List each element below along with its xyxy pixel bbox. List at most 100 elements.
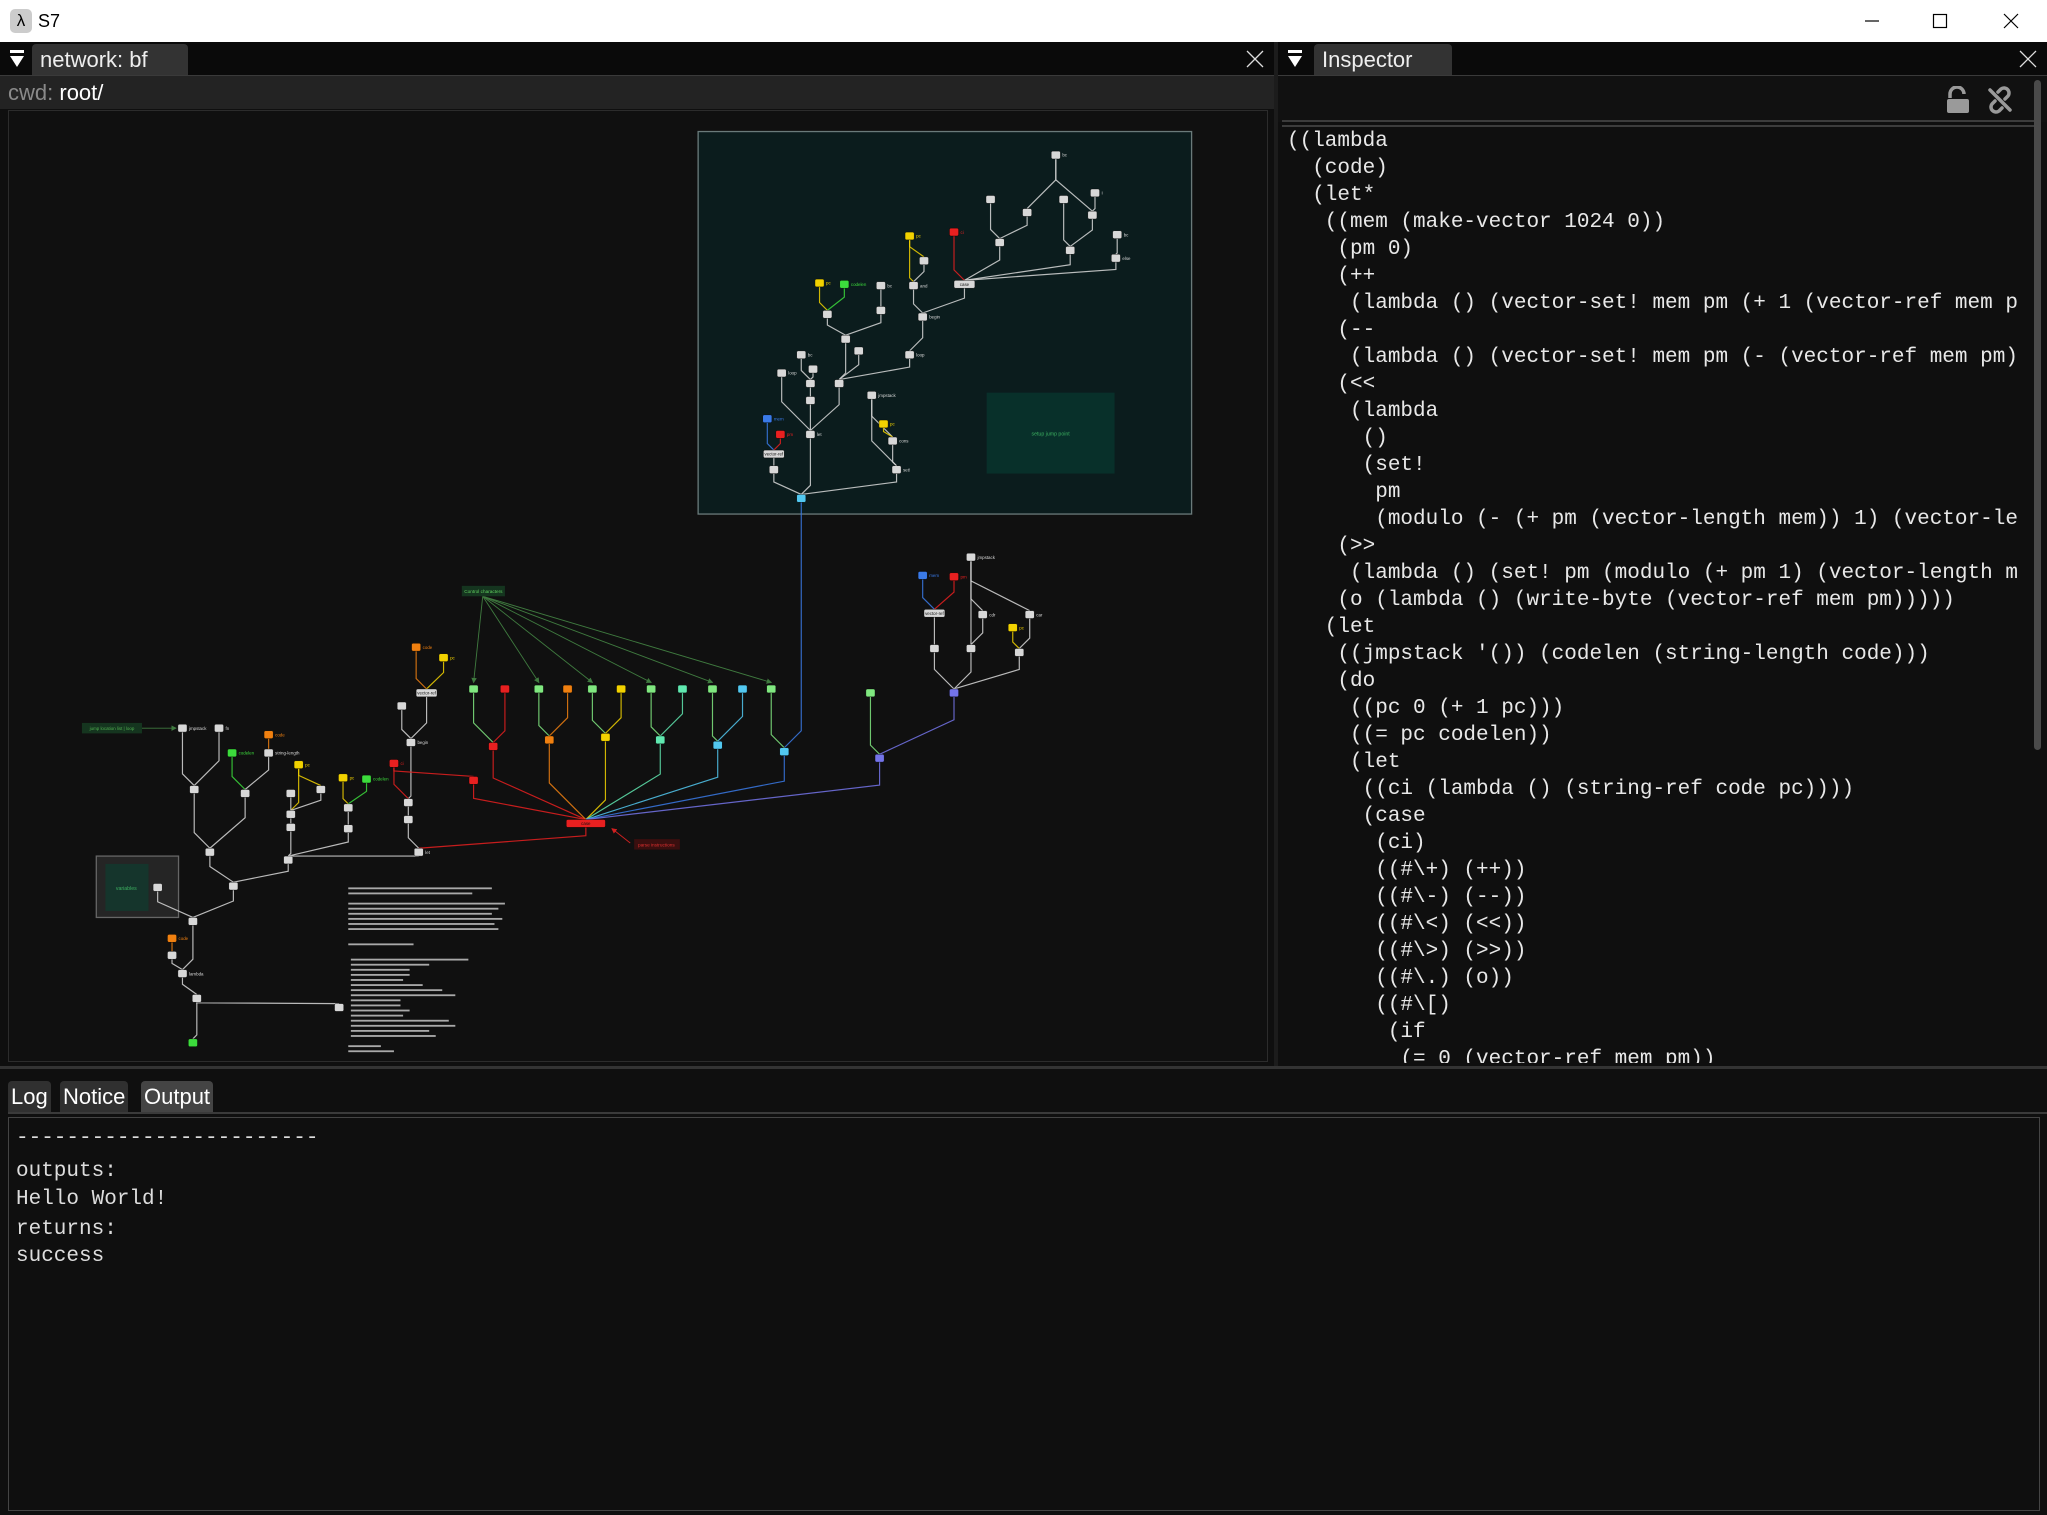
- graph-node[interactable]: vector-ref: [763, 449, 785, 459]
- graph-node[interactable]: [283, 855, 293, 865]
- graph-node[interactable]: [616, 684, 626, 694]
- wire[interactable]: [548, 692, 569, 737]
- wire[interactable]: [244, 756, 270, 790]
- tab-network-bf[interactable]: network: bf: [32, 44, 188, 75]
- graph-node[interactable]: [403, 798, 414, 807]
- wire[interactable]: [538, 692, 550, 737]
- graph-node[interactable]: [808, 365, 818, 374]
- graph-node[interactable]: pc: [438, 653, 456, 662]
- graph-node[interactable]: [853, 346, 864, 355]
- graph-node[interactable]: [500, 684, 510, 694]
- wire[interactable]: [934, 580, 955, 610]
- graph-node[interactable]: pc: [338, 773, 355, 782]
- graph-node[interactable]: [805, 379, 816, 388]
- wire[interactable]: [922, 579, 935, 610]
- wire[interactable]: [472, 692, 494, 743]
- graph-node[interactable]: [707, 684, 718, 694]
- wire[interactable]: [650, 692, 661, 737]
- wire[interactable]: [233, 863, 289, 883]
- wire[interactable]: [770, 692, 785, 749]
- graph-node[interactable]: jmpstack: [966, 553, 996, 562]
- graph-node[interactable]: cdr: [977, 610, 996, 619]
- wire[interactable]: [181, 732, 195, 787]
- graph-node[interactable]: [919, 256, 929, 265]
- graph-node[interactable]: [646, 684, 656, 694]
- wire[interactable]: [492, 750, 587, 821]
- wire[interactable]: [492, 692, 506, 743]
- graph-node[interactable]: [994, 238, 1005, 247]
- network-canvas[interactable]: setup jump point variables bc Ibc else ci ca…: [8, 110, 1268, 1062]
- graph-node[interactable]: [397, 701, 407, 711]
- wire[interactable]: [970, 618, 984, 646]
- wire[interactable]: [1018, 618, 1031, 649]
- graph-node[interactable]: fn: [214, 724, 230, 733]
- graph-node[interactable]: [192, 994, 202, 1003]
- wire[interactable]: [182, 925, 194, 971]
- wire[interactable]: [196, 1002, 340, 1005]
- wire[interactable]: [192, 890, 234, 918]
- wire[interactable]: [717, 692, 744, 742]
- inspector-scrollbar[interactable]: [2034, 80, 2041, 750]
- wire[interactable]: [298, 768, 322, 787]
- wire[interactable]: [209, 797, 246, 849]
- graph-node[interactable]: [152, 883, 163, 892]
- graph-node[interactable]: [468, 776, 479, 785]
- wire[interactable]: [659, 692, 684, 737]
- wire[interactable]: [783, 502, 802, 749]
- graph-node[interactable]: code: [167, 934, 189, 943]
- graph-node[interactable]: [737, 684, 748, 694]
- wire[interactable]: [953, 656, 1020, 690]
- wire[interactable]: [347, 782, 368, 805]
- panel-menu-triangle-icon[interactable]: [1286, 50, 1304, 68]
- graph-node[interactable]: [822, 310, 833, 319]
- graph-node[interactable]: mem: [917, 571, 939, 580]
- wire[interactable]: [193, 732, 220, 787]
- graph-node[interactable]: [286, 810, 296, 819]
- graph-node[interactable]: [769, 465, 779, 474]
- graph-node[interactable]: [865, 688, 876, 698]
- wire[interactable]: [192, 1002, 198, 1040]
- close-panel-icon[interactable]: [1246, 50, 1264, 68]
- wire[interactable]: [426, 661, 445, 690]
- graph-node[interactable]: vector-ref: [415, 688, 438, 698]
- graph-node[interactable]: [488, 742, 498, 751]
- graph-node[interactable]: code: [263, 730, 285, 739]
- panel-menu-triangle-icon[interactable]: [8, 50, 26, 68]
- tab-output[interactable]: Output: [141, 1081, 214, 1112]
- wire[interactable]: [415, 651, 428, 690]
- wire[interactable]: [970, 561, 1030, 612]
- tab-log[interactable]: Log: [8, 1081, 51, 1112]
- graph-node[interactable]: [600, 733, 611, 742]
- graph-node[interactable]: [587, 684, 598, 694]
- graph-node[interactable]: let: [413, 848, 431, 857]
- graph-node[interactable]: pc: [293, 760, 311, 769]
- graph-node[interactable]: string-length: [263, 748, 300, 758]
- graph-node[interactable]: [876, 306, 886, 315]
- graph-node[interactable]: [286, 789, 296, 798]
- tab-notice[interactable]: Notice: [60, 1081, 129, 1112]
- graph-node[interactable]: [966, 644, 976, 653]
- graph-node[interactable]: car: [1024, 610, 1043, 619]
- wire[interactable]: [231, 756, 246, 790]
- graph-node[interactable]: [1058, 195, 1069, 204]
- graph-node[interactable]: [205, 848, 215, 857]
- graph-node[interactable]: jmpstack: [177, 724, 207, 733]
- graph-node[interactable]: [316, 785, 326, 794]
- graph-node[interactable]: codelen: [227, 748, 255, 758]
- wire[interactable]: [209, 856, 234, 883]
- graph-node[interactable]: [188, 1038, 198, 1047]
- graph-node[interactable]: [1014, 648, 1025, 657]
- bottom-splitter[interactable]: [0, 1066, 2047, 1069]
- graph-node[interactable]: [334, 1003, 344, 1012]
- wire[interactable]: [591, 692, 606, 734]
- graph-node[interactable]: case: [953, 280, 976, 289]
- graph-node[interactable]: code: [411, 643, 433, 652]
- panel-splitter[interactable]: [1274, 42, 1278, 1068]
- wire[interactable]: [711, 692, 719, 742]
- wire[interactable]: [869, 696, 881, 755]
- graph-node[interactable]: [240, 789, 250, 798]
- graph-node[interactable]: [562, 684, 573, 694]
- wire[interactable]: [548, 743, 587, 820]
- wire[interactable]: [401, 709, 412, 740]
- graph-node[interactable]: [189, 785, 199, 794]
